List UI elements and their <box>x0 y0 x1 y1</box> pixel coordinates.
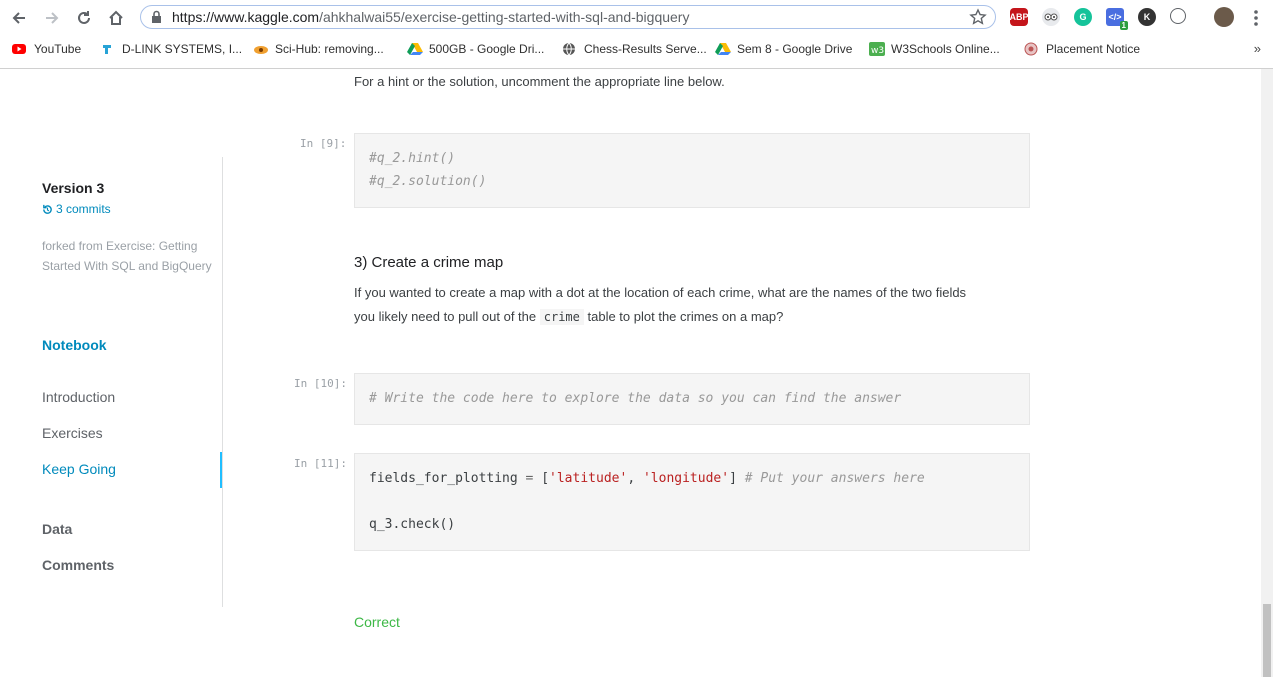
kaggle-notebook-page: Version 3 3 commits forked from Exercise… <box>0 69 1261 677</box>
code-cell-9[interactable]: #q_2.hint() #q_2.solution() <box>354 133 1030 208</box>
bookmark-dlink[interactable]: D-LINK SYSTEMS, I... <box>100 40 242 58</box>
inline-code: crime <box>539 309 584 325</box>
bookmark-star-icon[interactable] <box>969 8 987 31</box>
forked-from-text[interactable]: forked from Exercise: Getting Started Wi… <box>42 236 217 276</box>
code-cell-11[interactable]: fields_for_plotting = ['latitude', 'long… <box>354 453 1030 551</box>
address-bar[interactable]: https://www.kaggle.com/ahkhalwai55/exerc… <box>140 5 996 29</box>
seal-icon <box>1024 42 1038 56</box>
reload-icon[interactable] <box>73 7 95 29</box>
bookmark-placement-notice[interactable]: Placement Notice <box>1024 40 1140 58</box>
cell-prompt: In [11]: <box>294 457 347 470</box>
w3schools-icon: w3 <box>869 42 885 56</box>
sidebar-item-exercises[interactable]: Exercises <box>42 425 103 441</box>
profile-avatar[interactable] <box>1214 7 1234 27</box>
tplink-icon <box>100 42 114 56</box>
sidebar-section-notebook[interactable]: Notebook <box>42 337 107 353</box>
adblock-icon[interactable]: ABP <box>1010 8 1029 26</box>
sidebar-section-data[interactable]: Data <box>42 521 72 537</box>
bookmark-scihub[interactable]: Sci-Hub: removing... <box>253 40 384 58</box>
scrollbar-thumb[interactable] <box>1263 604 1271 677</box>
globe-icon <box>562 42 576 56</box>
cell-prompt: In [10]: <box>294 377 347 390</box>
drive-icon <box>407 42 423 56</box>
sidebar-divider <box>222 157 223 607</box>
page-scrollbar[interactable] <box>1261 69 1273 677</box>
code-line: # Write the code here to explore the dat… <box>369 391 902 406</box>
question-line-1: If you wanted to create a map with a dot… <box>354 285 967 300</box>
svg-text:w3: w3 <box>871 46 884 56</box>
owl-extension-icon[interactable] <box>1042 8 1060 26</box>
sidebar-section-comments[interactable]: Comments <box>42 557 114 573</box>
bookmark-chess-results[interactable]: Chess-Results Serve... <box>562 40 707 58</box>
bookmark-drive-sem8[interactable]: Sem 8 - Google Drive <box>715 40 852 58</box>
hint-text: For a hint or the solution, uncomment th… <box>354 74 725 89</box>
drive-icon <box>715 42 731 56</box>
forward-icon[interactable] <box>41 7 63 29</box>
bookmarks-overflow-button[interactable]: » <box>1254 41 1261 56</box>
commits-link[interactable]: 3 commits <box>42 202 111 216</box>
code-line: #q_2.solution() <box>369 174 487 189</box>
menu-dots-icon[interactable] <box>1253 9 1259 32</box>
cell-prompt: In [9]: <box>300 137 347 150</box>
speed-dial-icon[interactable] <box>1170 8 1186 24</box>
sidebar-item-introduction[interactable]: Introduction <box>42 389 115 405</box>
url-text: https://www.kaggle.com/ahkhalwai55/exerc… <box>172 9 690 25</box>
code-line: fields_for_plotting = ['latitude', 'long… <box>369 471 925 486</box>
code-cell-10[interactable]: # Write the code here to explore the dat… <box>354 373 1030 425</box>
home-icon[interactable] <box>105 7 127 29</box>
back-icon[interactable] <box>8 7 30 29</box>
k-extension-icon[interactable]: K <box>1138 8 1156 26</box>
grammarly-icon[interactable]: G <box>1074 8 1092 26</box>
active-indicator <box>220 452 222 488</box>
code-extension-icon[interactable]: 1 </> <box>1106 8 1128 30</box>
youtube-icon <box>12 42 26 56</box>
bookmark-w3schools[interactable]: w3 W3Schools Online... <box>869 40 1000 58</box>
section-heading: 3) Create a crime map <box>354 254 504 271</box>
check-result: Correct <box>354 614 400 630</box>
code-line: q_3.check() <box>369 517 456 532</box>
bookmarks-bar: YouTube D-LINK SYSTEMS, I... Sci-Hub: re… <box>0 36 1273 69</box>
history-icon <box>42 204 53 215</box>
code-line: #q_2.hint() <box>369 151 456 166</box>
bookmark-youtube[interactable]: YouTube <box>12 40 81 58</box>
bookmark-drive-500gb[interactable]: 500GB - Google Dri... <box>407 40 544 58</box>
browser-toolbar: https://www.kaggle.com/ahkhalwai55/exerc… <box>0 0 1273 36</box>
sidebar-item-keep-going[interactable]: Keep Going <box>42 461 116 477</box>
question-line-2: you likely need to pull out of the crime… <box>354 309 784 325</box>
version-title: Version 3 <box>42 180 105 196</box>
scihub-icon <box>253 42 268 56</box>
lock-icon <box>151 10 162 29</box>
